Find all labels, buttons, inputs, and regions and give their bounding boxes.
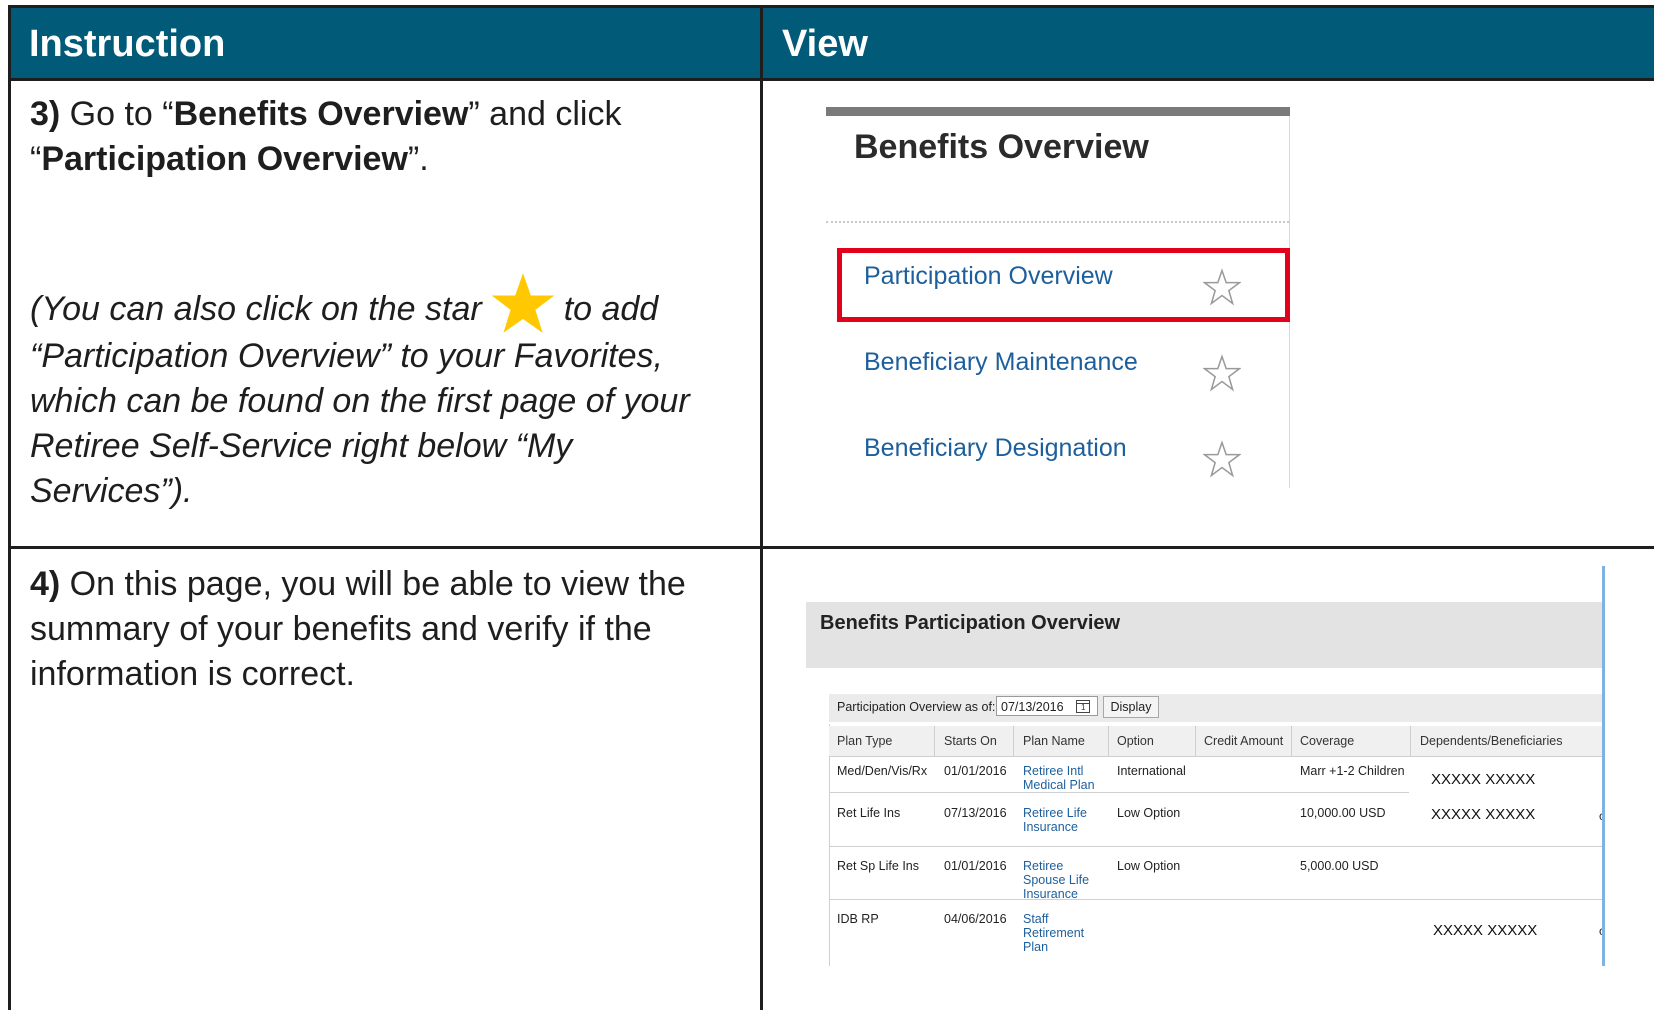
plan-name-line: Retirement [1023,926,1085,940]
cell-dependents: XXXXX XXXXX [1431,806,1536,823]
cell-truncated: c [1599,924,1605,938]
step-3-instruction: 3) Go to “Benefits Overview” and click “… [30,92,740,182]
display-button[interactable]: Display [1103,696,1159,718]
cell-plan-name-link[interactable]: Retiree Spouse Life Insurance [1023,859,1089,901]
plan-name-line: Plan [1023,940,1049,954]
plan-name-line: Staff [1023,912,1049,926]
cell-dependents: XXXXX XXXXX [1431,771,1536,788]
plan-name-line: Retiree Life [1023,806,1087,820]
step-3-number: 3) [30,95,61,133]
cell-coverage: Marr +1-2 Children [1300,764,1405,778]
header-divider [8,78,1654,81]
cell-option: International [1117,764,1186,778]
cell-starts-on: 04/06/2016 [944,912,1007,926]
column-header-instruction: Instruction [11,8,761,80]
plan-name-line: Medical Plan [1023,778,1095,792]
step-4-text: On this page, you will be able to view t… [30,565,686,693]
cell-plan-type: Ret Sp Life Ins [837,859,919,873]
column-divider [760,8,763,1010]
table-top-border [8,5,1654,8]
participation-title: Benefits Participation Overview [820,612,1121,634]
link-beneficiary-designation[interactable]: Beneficiary Designation [864,434,1127,463]
cell-plan-type: IDB RP [837,912,879,926]
cell-plan-type: Med/Den/Vis/Rx [837,764,928,778]
highlight-box [837,248,1290,322]
step-3-note-part-1: (You can also click on the star [30,290,482,328]
row-separator [829,846,1602,847]
plan-name-line: Retiree Intl [1023,764,1084,778]
filter-label: Participation Overview as of: [837,700,996,714]
row-separator [829,899,1602,900]
cell-plan-name-link[interactable]: Retiree Life Insurance [1023,806,1087,834]
step-3-bold-benefits: Benefits Overview [173,95,469,133]
cell-starts-on: 01/01/2016 [944,764,1007,778]
cell-plan-name-link[interactable]: Staff Retirement Plan [1023,912,1084,954]
column-header[interactable]: Dependents/Beneficiaries [1420,734,1562,748]
column-header[interactable]: Starts On [944,734,997,748]
column-header[interactable]: Credit Amount [1204,734,1283,748]
plan-name-line: Retiree [1023,859,1064,873]
cell-starts-on: 01/01/2016 [944,859,1007,873]
step-4-instruction: 4) On this page, you will be able to vie… [30,562,740,697]
column-header-view: View [762,8,1654,80]
cell-coverage: 10,000.00 USD [1300,806,1386,820]
column-separator [1291,726,1292,756]
step-3-bold-participation: Participation Overview [41,140,408,178]
column-separator [1410,726,1411,756]
cell-option: Low Option [1117,806,1181,820]
plan-name-line: Insurance [1023,820,1078,834]
column-header[interactable]: Plan Type [837,734,892,748]
column-separator [1195,726,1196,756]
column-separator [1108,726,1109,756]
cell-option: Low Option [1117,859,1181,873]
cell-plan-type: Ret Life Ins [837,806,901,820]
column-separator [1013,726,1014,756]
cell-dependents: XXXXX XXXXX [1433,922,1538,939]
link-beneficiary-maintenance[interactable]: Beneficiary Maintenance [864,348,1138,377]
cell-truncated: c [1599,809,1605,823]
table-frame [8,5,11,1010]
column-header[interactable]: Plan Name [1023,734,1085,748]
benefits-overview-title: Benefits Overview [854,128,1149,166]
star-icon [491,273,555,333]
calendar-icon[interactable]: 1 [1076,700,1090,713]
column-header[interactable]: Coverage [1300,734,1354,748]
plan-name-line: Spouse Life [1023,873,1090,887]
row-separator [829,792,1409,793]
column-header[interactable]: Option [1117,734,1154,748]
step-3-text-3: ”. [407,140,429,178]
star-outline-icon[interactable] [1203,440,1241,478]
step-4-number: 4) [30,565,61,603]
benefits-overview-divider [826,221,1289,223]
participation-overview-panel: Benefits Participation Overview Particip… [794,566,1605,966]
step-3-text-1: Go to “ [60,95,174,133]
calendar-day: 1 [1081,703,1086,712]
step-3-note: (You can also click on the star to add “P… [30,272,735,514]
star-outline-icon[interactable] [1203,354,1241,392]
row-divider [8,546,1654,549]
cell-plan-name-link[interactable]: Retiree Intl Medical Plan [1023,764,1095,792]
cell-starts-on: 07/13/2016 [944,806,1007,820]
cell-coverage: 5,000.00 USD [1300,859,1379,873]
benefits-overview-top-bar [826,107,1290,116]
column-separator [934,726,935,756]
